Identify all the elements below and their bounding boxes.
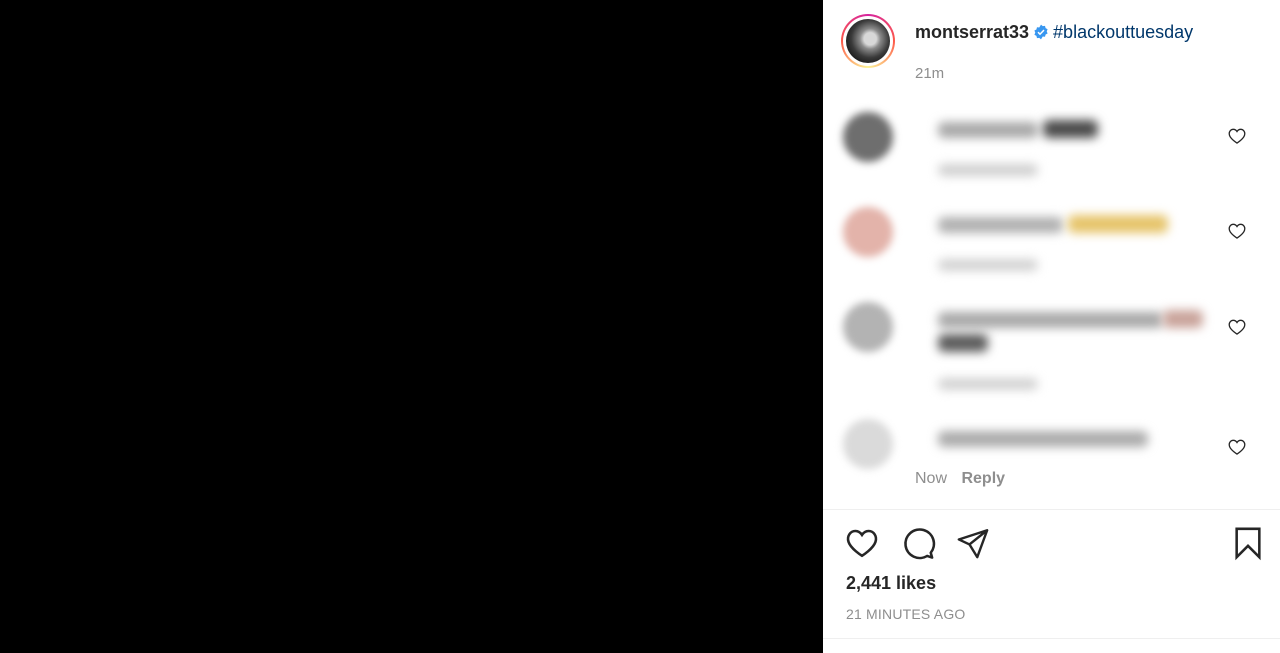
share-button[interactable] bbox=[953, 523, 993, 563]
comment-button[interactable] bbox=[898, 523, 938, 563]
blurred-comment-text bbox=[938, 217, 1063, 233]
post-side-panel: montserrat33 #blackouttuesday 21m Now Re… bbox=[823, 0, 1280, 653]
comment-timestamp: Now bbox=[915, 470, 948, 487]
post-time-ago[interactable]: 21 MINUTES AGO bbox=[846, 606, 966, 622]
post-caption: montserrat33 #blackouttuesday bbox=[915, 22, 1193, 43]
caption-hashtag-link[interactable]: #blackouttuesday bbox=[1053, 22, 1193, 42]
likes-count[interactable]: 2,441 likes bbox=[846, 573, 936, 594]
bookmark-icon bbox=[1235, 527, 1261, 561]
caption-timestamp: 21m bbox=[915, 65, 945, 82]
comment-like-heart-icon[interactable] bbox=[1227, 126, 1247, 146]
comment-item bbox=[843, 203, 1203, 283]
blurred-comment-text bbox=[938, 312, 1163, 328]
divider bbox=[823, 638, 1280, 639]
divider bbox=[823, 509, 1280, 510]
blurred-comment-text bbox=[938, 122, 1038, 138]
reply-button[interactable]: Reply bbox=[961, 470, 1005, 487]
commenter-avatar[interactable] bbox=[843, 112, 893, 162]
comment-item bbox=[843, 108, 1203, 188]
author-avatar[interactable] bbox=[841, 14, 895, 68]
comment-like-heart-icon[interactable] bbox=[1227, 317, 1247, 337]
like-button[interactable] bbox=[842, 523, 882, 563]
heart-icon bbox=[846, 529, 878, 558]
post-image[interactable] bbox=[0, 0, 823, 653]
commenter-avatar[interactable] bbox=[843, 207, 893, 257]
comment-like-heart-icon[interactable] bbox=[1227, 221, 1247, 241]
comment-meta: Now Reply bbox=[915, 470, 1015, 488]
commenter-avatar[interactable] bbox=[843, 302, 893, 352]
commenter-avatar[interactable] bbox=[843, 419, 893, 469]
save-button[interactable] bbox=[1228, 523, 1268, 563]
verified-badge-icon bbox=[1034, 24, 1048, 40]
comment-item bbox=[843, 298, 1203, 398]
paper-plane-icon bbox=[957, 529, 989, 559]
author-username[interactable]: montserrat33 bbox=[915, 22, 1029, 42]
comment-icon bbox=[904, 528, 936, 560]
comment-item bbox=[843, 415, 1203, 470]
blurred-comment-text bbox=[938, 431, 1148, 447]
comment-like-heart-icon[interactable] bbox=[1227, 437, 1247, 457]
